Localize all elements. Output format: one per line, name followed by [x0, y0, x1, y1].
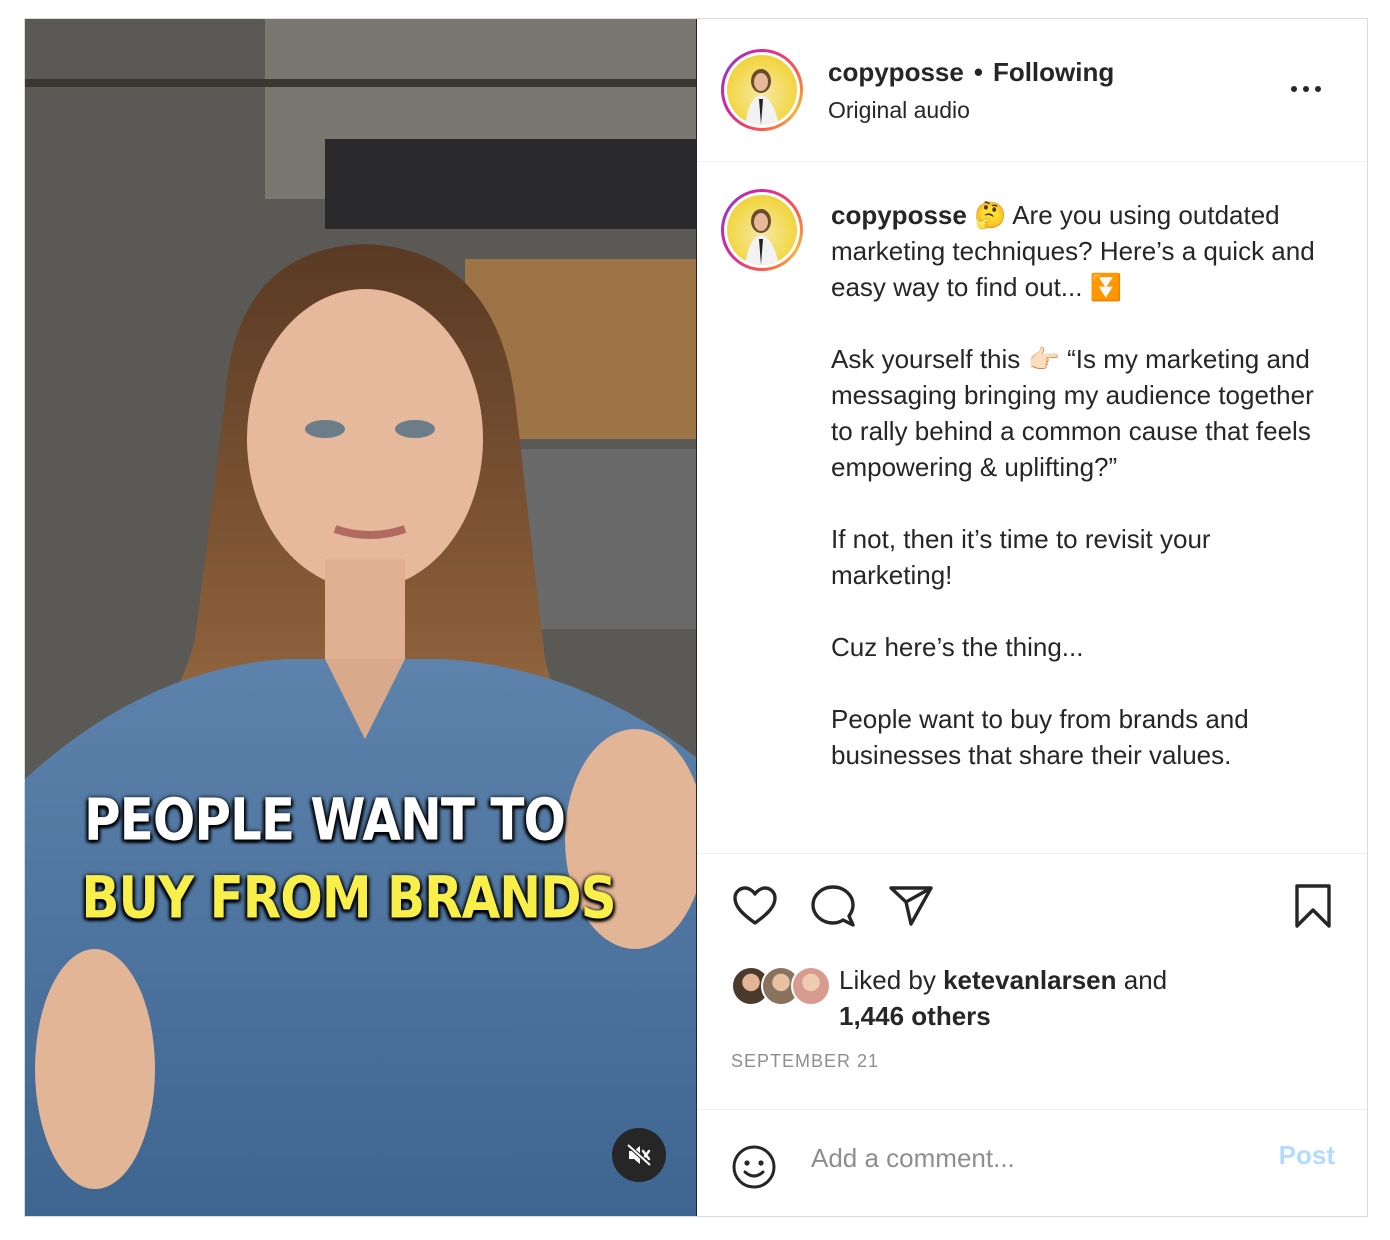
- comment-input[interactable]: [811, 1138, 1251, 1178]
- following-button[interactable]: Following: [993, 57, 1114, 87]
- post-caption: copyposse 🤔 Are you using outdated marke…: [831, 197, 1331, 773]
- liker-avatars[interactable]: [731, 962, 839, 1006]
- heart-icon[interactable]: [731, 882, 779, 930]
- author-username[interactable]: copyposse: [828, 57, 964, 87]
- mute-icon: [626, 1143, 652, 1167]
- emoji-icon[interactable]: [731, 1144, 777, 1190]
- action-bar: Liked by ketevanlarsen and 1,446 others …: [697, 853, 1367, 1109]
- caption-body: 🤔 Are you using outdated marketing techn…: [831, 200, 1315, 770]
- comments-area[interactable]: copyposse 🤔 Are you using outdated marke…: [697, 163, 1367, 853]
- video-caption-line1: PEOPLE WANT TO: [84, 786, 566, 854]
- comment-icon[interactable]: [809, 882, 857, 930]
- more-options-icon[interactable]: [1291, 79, 1327, 99]
- liker-username[interactable]: ketevanlarsen: [943, 965, 1116, 995]
- caption-author-avatar[interactable]: [721, 189, 803, 271]
- likes-text: Liked by ketevanlarsen and 1,446 others: [839, 962, 1167, 1034]
- caption-username[interactable]: copyposse: [831, 200, 967, 230]
- post-header: copyposse • Following Original audio: [697, 19, 1367, 162]
- likes-summary: Liked by ketevanlarsen and 1,446 others: [731, 962, 1167, 1034]
- separator-dot: •: [973, 57, 983, 87]
- likes-prefix: Liked by: [839, 965, 944, 995]
- post-side-panel: copyposse • Following Original audio copyp…: [697, 19, 1367, 1216]
- video-frame: [25, 19, 696, 1216]
- author-line: copyposse • Following: [828, 57, 1114, 88]
- likes-middle: and: [1116, 965, 1168, 995]
- comment-composer: Post: [697, 1109, 1367, 1218]
- post-dialog: PEOPLE WANT TO BUY FROM BRANDS copyposse…: [24, 18, 1368, 1217]
- post-date[interactable]: SEPTEMBER 21: [731, 1051, 879, 1072]
- video-caption-line2: BUY FROM BRANDS: [81, 864, 616, 932]
- likes-count-link[interactable]: 1,446 others: [839, 1001, 991, 1031]
- avatar-photo: [745, 209, 779, 265]
- mute-button[interactable]: [612, 1128, 666, 1182]
- liker-avatar: [791, 966, 831, 1006]
- post-comment-button[interactable]: Post: [1279, 1140, 1335, 1171]
- bookmark-icon[interactable]: [1289, 882, 1337, 930]
- share-icon[interactable]: [887, 882, 935, 930]
- audio-label[interactable]: Original audio: [828, 97, 970, 124]
- reel-video[interactable]: PEOPLE WANT TO BUY FROM BRANDS: [25, 19, 697, 1216]
- avatar-photo: [745, 69, 779, 125]
- author-avatar[interactable]: [721, 49, 803, 131]
